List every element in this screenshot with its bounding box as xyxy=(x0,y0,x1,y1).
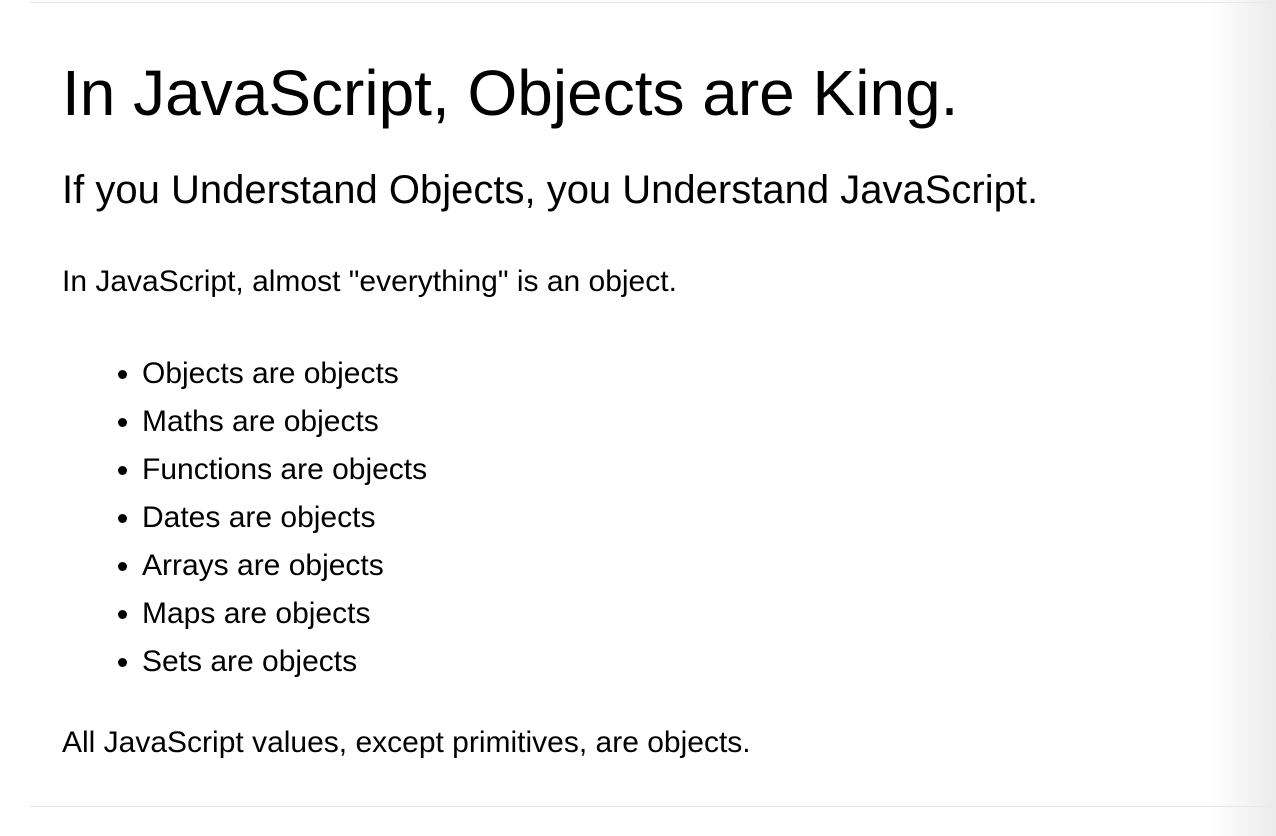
page-edge-shadow xyxy=(1210,0,1276,836)
list-item: Arrays are objects xyxy=(142,542,427,590)
list-item: Dates are objects xyxy=(142,494,427,542)
conclusion-paragraph: All JavaScript values, except primitives… xyxy=(62,726,751,759)
list-item: Sets are objects xyxy=(142,638,427,686)
list-item: Maps are objects xyxy=(142,590,427,638)
page-title: In JavaScript, Objects are King. xyxy=(62,57,959,129)
top-divider xyxy=(30,2,1276,3)
list-item: Objects are objects xyxy=(142,350,427,398)
object-list: Objects are objects Maths are objects Fu… xyxy=(62,350,427,686)
list-item: Functions are objects xyxy=(142,446,427,494)
bottom-divider xyxy=(30,806,1276,807)
page-subtitle: If you Understand Objects, you Understan… xyxy=(62,168,1039,212)
intro-paragraph: In JavaScript, almost "everything" is an… xyxy=(62,265,677,298)
list-item: Maths are objects xyxy=(142,398,427,446)
